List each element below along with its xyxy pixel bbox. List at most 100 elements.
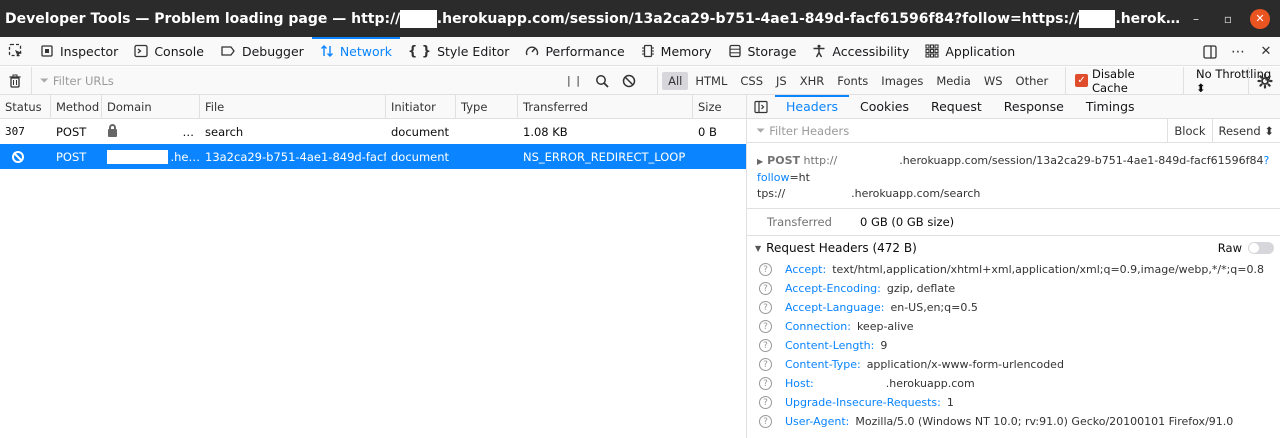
tab-console[interactable]: Console xyxy=(126,37,212,66)
header-row[interactable]: ? Content-Length: 9 xyxy=(747,336,1280,355)
clear-button[interactable] xyxy=(0,66,32,95)
header-row[interactable]: ? User-Agent: Mozilla/5.0 (Windows NT 10.0… xyxy=(747,412,1280,431)
close-button[interactable]: ✕ xyxy=(1250,8,1270,29)
column-header-domain[interactable]: Domain xyxy=(102,95,200,119)
tab-style-editor[interactable]: { } Style Editor xyxy=(400,37,517,66)
disable-cache-checkbox[interactable]: ✓ xyxy=(1075,74,1089,87)
expand-triangle-icon[interactable]: ▶ xyxy=(757,157,763,166)
filter-urls-input[interactable]: ⏷ Filter URLs xyxy=(32,67,561,95)
filter-images[interactable]: Images xyxy=(875,72,929,90)
dock-button[interactable] xyxy=(1196,37,1224,66)
header-name: Accept: xyxy=(785,263,827,276)
filter-css[interactable]: CSS xyxy=(734,72,769,90)
disable-cache-toggle[interactable]: ✓ Disable Cache xyxy=(1065,66,1173,95)
column-header-initiator[interactable]: Initiator xyxy=(386,95,456,119)
maximize-button[interactable]: ▫ xyxy=(1212,0,1244,37)
memory-icon xyxy=(641,44,655,58)
raw-toggle[interactable]: Raw xyxy=(1218,236,1274,260)
pause-button[interactable]: | | xyxy=(560,67,588,95)
help-icon[interactable]: ? xyxy=(759,358,772,371)
console-icon xyxy=(134,44,148,58)
tab-cookies[interactable]: Cookies xyxy=(849,95,920,119)
request-blocking-button[interactable] xyxy=(615,67,643,95)
table-row[interactable]: 307 POST … search document 1.08 KB 0 B xyxy=(0,119,746,144)
check-icon: ✓ xyxy=(1077,75,1086,86)
element-picker-button[interactable] xyxy=(0,37,32,66)
request-details-panel: Headers Cookies Request Response Timings… xyxy=(746,94,1280,438)
tab-timings[interactable]: Timings xyxy=(1075,95,1146,119)
tab-response[interactable]: Response xyxy=(993,95,1075,119)
header-row[interactable]: ? Accept: text/html,application/xhtml+xml,… xyxy=(747,260,1280,279)
summary-method: POST xyxy=(767,154,800,167)
cell-transferred: 1.08 KB xyxy=(523,124,568,139)
cell-initiator: document xyxy=(391,124,450,139)
header-value: Mozilla/5.0 (Windows NT 10.0; rv:91.0) G… xyxy=(855,415,1234,428)
filter-all[interactable]: All xyxy=(662,71,689,90)
collapse-triangle-icon: ▼ xyxy=(755,243,762,253)
help-icon[interactable]: ? xyxy=(759,415,772,428)
raw-switch[interactable] xyxy=(1248,242,1274,254)
tab-performance[interactable]: Performance xyxy=(517,37,632,66)
tab-request[interactable]: Request xyxy=(920,95,993,119)
help-icon[interactable]: ? xyxy=(759,282,772,295)
help-icon[interactable]: ? xyxy=(759,301,772,314)
cell-file: search xyxy=(205,124,244,139)
filter-media[interactable]: Media xyxy=(930,72,977,90)
help-icon[interactable]: ? xyxy=(759,339,772,352)
minimize-button[interactable]: – xyxy=(1180,0,1212,37)
column-header-transferred[interactable]: Transferred xyxy=(518,95,693,119)
column-header-file[interactable]: File xyxy=(200,95,386,119)
header-value: 9 xyxy=(880,339,888,352)
header-row[interactable]: ? Host: .herokuapp.com xyxy=(747,374,1280,393)
column-header-size[interactable]: Size xyxy=(693,95,746,119)
filter-icon: ⏷ xyxy=(756,123,766,137)
header-row[interactable]: ? Upgrade-Insecure-Requests: 1 xyxy=(747,393,1280,412)
dock-icon xyxy=(1203,44,1217,59)
help-icon[interactable]: ? xyxy=(759,263,772,276)
header-row[interactable]: ? Content-Type: application/x-www-form-url… xyxy=(747,355,1280,374)
tab-label: Performance xyxy=(545,43,625,59)
request-headers-section-toggle[interactable]: ▼ Request Headers (472 B) Raw xyxy=(747,236,1280,260)
filter-js[interactable]: JS xyxy=(770,72,793,90)
help-icon[interactable]: ? xyxy=(759,377,772,390)
window-title: Developer Tools — Problem loading page —… xyxy=(0,9,1180,28)
tab-debugger[interactable]: Debugger xyxy=(212,37,312,66)
tab-storage[interactable]: Storage xyxy=(720,37,805,66)
tab-headers[interactable]: Headers xyxy=(775,94,850,119)
help-icon[interactable]: ? xyxy=(759,320,772,333)
summary-query-eq: =ht xyxy=(789,171,810,184)
filter-fonts[interactable]: Fonts xyxy=(831,72,874,90)
close-icon: ✕ xyxy=(1260,44,1272,59)
toggle-panel-button[interactable] xyxy=(747,95,775,119)
filter-xhr[interactable]: XHR xyxy=(794,72,831,90)
tab-network[interactable]: Network xyxy=(311,36,401,66)
more-options-button[interactable]: ⋯ xyxy=(1224,37,1252,66)
header-row[interactable]: ? Connection: keep-alive xyxy=(747,317,1280,336)
help-icon[interactable]: ? xyxy=(759,396,772,409)
header-value: application/x-www-form-urlencoded xyxy=(866,358,1064,371)
title-suffix: .herok… xyxy=(1115,10,1180,27)
close-devtools-button[interactable]: ✕ xyxy=(1252,37,1280,66)
search-button[interactable] xyxy=(588,67,616,95)
filter-ws[interactable]: WS xyxy=(978,72,1009,90)
column-header-type[interactable]: Type xyxy=(456,95,518,119)
summary-url-start: http:// xyxy=(803,154,838,167)
tab-memory[interactable]: Memory xyxy=(633,37,720,66)
pause-icon: | | xyxy=(567,74,581,87)
filter-other[interactable]: Other xyxy=(1010,72,1055,90)
column-header-method[interactable]: Method xyxy=(51,95,102,119)
tab-accessibility[interactable]: Accessibility xyxy=(804,37,917,66)
block-button[interactable]: Block xyxy=(1167,119,1211,143)
header-row[interactable]: ? Accept-Language: en-US,en;q=0.5 xyxy=(747,298,1280,317)
resend-button[interactable]: Resend ⬍ xyxy=(1211,119,1280,143)
network-settings-button[interactable] xyxy=(1248,67,1280,95)
tab-inspector[interactable]: Inspector xyxy=(32,37,126,66)
column-header-status[interactable]: Status xyxy=(0,95,51,119)
filter-html[interactable]: HTML xyxy=(689,72,733,90)
filter-headers-input[interactable]: ⏷ Filter Headers Block Resend ⬍ xyxy=(747,119,1280,143)
header-row[interactable]: ? Accept-Encoding: gzip, deflate xyxy=(747,279,1280,298)
cell-method: POST xyxy=(56,124,87,139)
redacted-host xyxy=(107,149,169,164)
table-row[interactable]: POST .he… 13a2ca29-b751-4ae1-849d-facf61… xyxy=(0,144,746,169)
tab-application[interactable]: Application xyxy=(917,37,1023,66)
